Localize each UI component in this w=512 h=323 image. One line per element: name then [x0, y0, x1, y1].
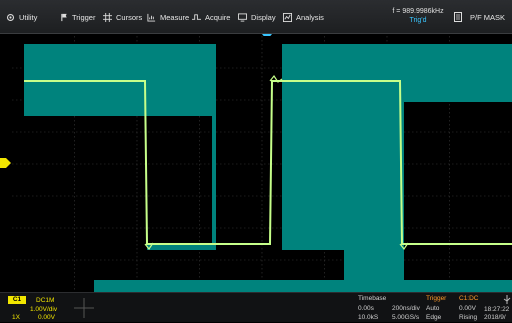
- menu-trigger-label: Trigger: [72, 12, 96, 22]
- timebase-memory: 10.0kS: [358, 314, 379, 321]
- trigger-status: Trig'd: [409, 17, 427, 24]
- document-icon: [454, 12, 462, 22]
- menu-utility[interactable]: Utility: [6, 0, 37, 34]
- timebase-sample-rate: 5.00GS/s: [392, 314, 420, 321]
- channel1-volts-div: 1.00V/div: [30, 306, 58, 313]
- menu-analysis-label: Analysis: [296, 12, 324, 22]
- timebase-info[interactable]: Timebase 0.00s 200ns/div 10.0kS 5.00GS/s: [356, 293, 422, 323]
- bottom-info-bar: C1 DC1M 1.00V/div 1X 0.00V Timebase 0.00…: [0, 292, 512, 322]
- trigger-info[interactable]: Trigger C1:DC Auto 0.00V Edge Rising: [424, 293, 480, 323]
- menu-measure-label: Measure: [160, 12, 190, 22]
- channel1-level-marker[interactable]: [0, 158, 11, 168]
- ruler-icon: [147, 13, 156, 22]
- gear-icon: [6, 13, 15, 21]
- channel1-coupling: DC1M: [36, 297, 55, 304]
- frequency-value: f = 989.9986kHz: [392, 8, 444, 15]
- channel1-offset: 0.00V: [38, 314, 55, 321]
- menu-trigger[interactable]: Trigger: [60, 0, 95, 34]
- trigger-type: Edge: [426, 314, 442, 321]
- menu-display[interactable]: Display: [238, 0, 276, 34]
- trigger-mode: Auto: [426, 305, 440, 312]
- trigger-level: 0.00V: [459, 305, 476, 312]
- frequency-readout: f = 989.9986kHz Trig'd: [386, 2, 450, 30]
- trigger-title: Trigger: [426, 295, 447, 302]
- menu-analysis[interactable]: Analysis: [283, 0, 324, 34]
- menu-acquire-label: Acquire: [205, 12, 231, 22]
- timebase-time-div: 200ns/div: [392, 305, 420, 312]
- menu-utility-label: Utility: [19, 12, 38, 22]
- grid-icon: [103, 12, 112, 22]
- monitor-icon: [238, 12, 247, 22]
- trigger-source: C1:DC: [459, 295, 479, 302]
- menu-pf-mask-label: P/F MASK: [470, 12, 506, 22]
- acquire-icon: [192, 13, 201, 20]
- menu-bar: Utility Trigger Cursors Measure Acquire …: [0, 0, 512, 34]
- channel1-probe: 1X: [12, 314, 20, 321]
- waveform-display[interactable]: [12, 36, 512, 292]
- usb-icon: [503, 295, 511, 304]
- menu-cursors[interactable]: Cursors: [103, 0, 142, 34]
- timebase-delay: 0.00s: [358, 305, 374, 312]
- timebase-title: Timebase: [358, 295, 387, 302]
- menu-measure[interactable]: Measure: [147, 0, 189, 34]
- trigger-slope: Rising: [459, 314, 478, 321]
- channel1-badge[interactable]: C1: [8, 296, 26, 304]
- channel1-info[interactable]: C1 DC1M 1.00V/div 1X 0.00V: [0, 293, 60, 323]
- menu-acquire[interactable]: Acquire: [192, 0, 230, 34]
- clock-date: 2018/9/: [484, 314, 506, 321]
- menu-display-label: Display: [251, 12, 276, 22]
- clock-time: 18:27:22: [484, 306, 510, 313]
- flag-icon: [61, 13, 67, 21]
- menu-cursors-label: Cursors: [116, 12, 143, 22]
- menu-pf-mask[interactable]: P/F MASK: [454, 0, 512, 34]
- analysis-icon: [283, 12, 292, 22]
- add-channel-icon[interactable]: [70, 295, 98, 321]
